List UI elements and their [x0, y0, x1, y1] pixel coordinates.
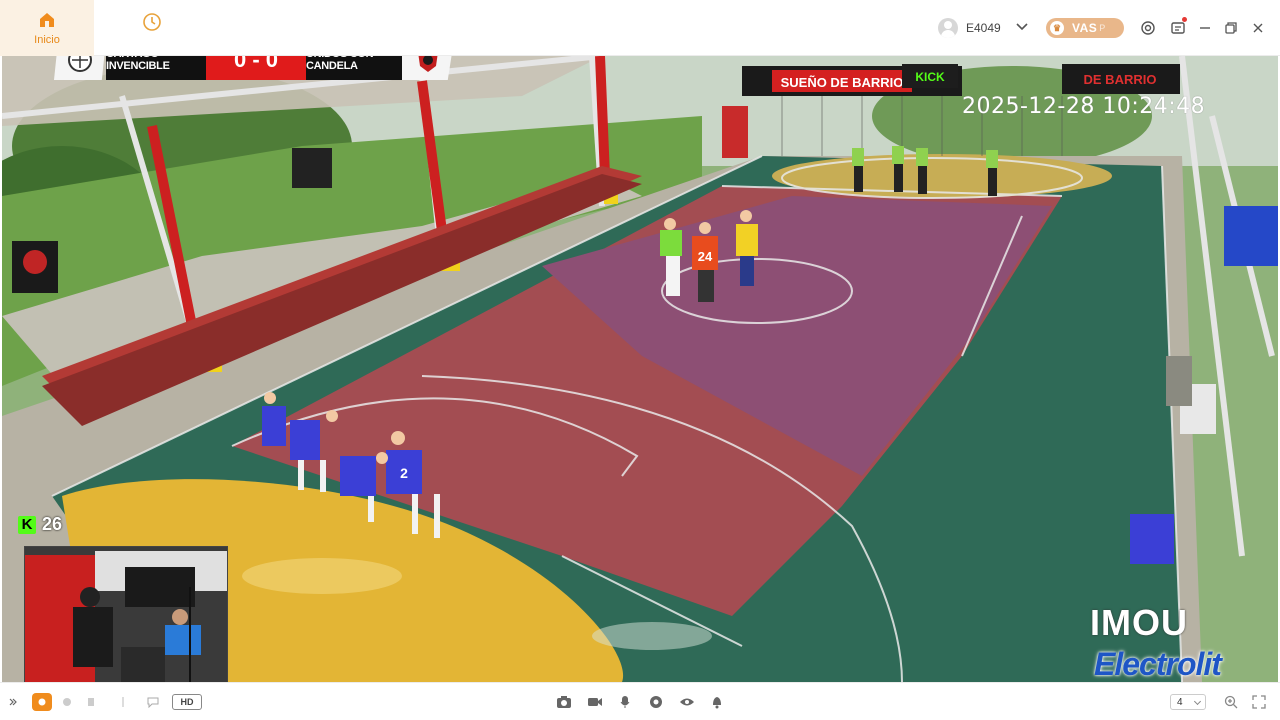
away-team-name: UNIDOS CON CANDELA [306, 56, 402, 80]
clock-icon [143, 13, 161, 31]
away-team-logo [402, 56, 454, 80]
tab-home[interactable]: Inicio [0, 0, 94, 56]
kick-viewer-badge: K 26 [18, 514, 62, 535]
electrolit-logo: Electrolit [1094, 646, 1222, 682]
kick-logo-icon: K [18, 515, 36, 534]
vas-sub: P [1099, 23, 1106, 33]
quality-hd-button[interactable]: HD [172, 694, 202, 710]
divider-icon [114, 693, 132, 711]
home-team-logo [54, 56, 106, 80]
kick-viewer-count: 26 [42, 514, 63, 534]
expand-sidebar-icon[interactable] [4, 693, 22, 711]
title-bar: Inicio E4049 ♛ VAS P [0, 0, 1280, 56]
notification-dot [1182, 17, 1187, 22]
match-score: 0 - 0 [206, 56, 306, 80]
target-settings-icon[interactable] [1137, 17, 1159, 39]
audio-icon[interactable] [58, 693, 76, 711]
app-window: Inicio E4049 ♛ VAS P SUEÑO DE BARRIO KIC… [0, 0, 1280, 720]
tab-home-label: Inicio [34, 34, 60, 46]
jersey-24: 24 [698, 249, 713, 264]
record-icon[interactable] [82, 693, 100, 711]
vas-label: VAS [1072, 21, 1098, 35]
imou-watermark: IMOU [1090, 602, 1188, 643]
home-team-name: CARTAGO INVENCIBLE [106, 56, 206, 80]
chevron-down-icon[interactable] [1014, 18, 1030, 34]
camera-timestamp: 2025-12-28 10:24:48 [962, 94, 1206, 119]
vas-button[interactable]: ♛ VAS P [1046, 18, 1124, 38]
live-play-button[interactable] [32, 693, 52, 711]
camera-video-feed[interactable]: SUEÑO DE BARRIO KICK DE BARRIO 24 2 INVE… [2, 56, 1278, 682]
privacy-eye-icon[interactable] [678, 693, 696, 711]
banner-de-barrio: DE BARRIO [1084, 72, 1157, 87]
close-icon[interactable] [1247, 17, 1269, 39]
tab-history[interactable] [138, 8, 166, 36]
home-icon [40, 13, 54, 27]
video-record-icon[interactable] [586, 693, 604, 711]
vas-icon: ♛ [1050, 21, 1064, 35]
microphone-icon[interactable] [616, 693, 634, 711]
snapshot-icon[interactable] [555, 693, 573, 711]
picture-in-picture-camera [24, 546, 228, 682]
talk-icon[interactable] [144, 693, 162, 711]
avatar-icon [938, 18, 958, 38]
fullscreen-icon[interactable] [1250, 693, 1268, 711]
username: E4049 [966, 21, 1001, 35]
jersey-2: 2 [400, 465, 408, 481]
restore-icon[interactable] [1220, 17, 1242, 39]
layout-select[interactable]: 4 [1170, 694, 1206, 710]
minimize-icon[interactable] [1194, 17, 1216, 39]
user-menu[interactable]: E4049 [938, 16, 1001, 40]
zoom-icon[interactable] [1222, 693, 1240, 711]
message-icon[interactable] [1167, 17, 1189, 39]
banner-kick: KICK [915, 70, 945, 84]
scoreboard: CARTAGO INVENCIBLE 0 - 0 UNIDOS CON CAND… [54, 56, 456, 80]
playback-toolbar: HD 4 [0, 682, 1280, 720]
ptz-control-icon[interactable] [647, 693, 665, 711]
banner-sueno-de-barrio: SUEÑO DE BARRIO [781, 75, 904, 90]
alarm-bell-icon[interactable] [708, 693, 726, 711]
